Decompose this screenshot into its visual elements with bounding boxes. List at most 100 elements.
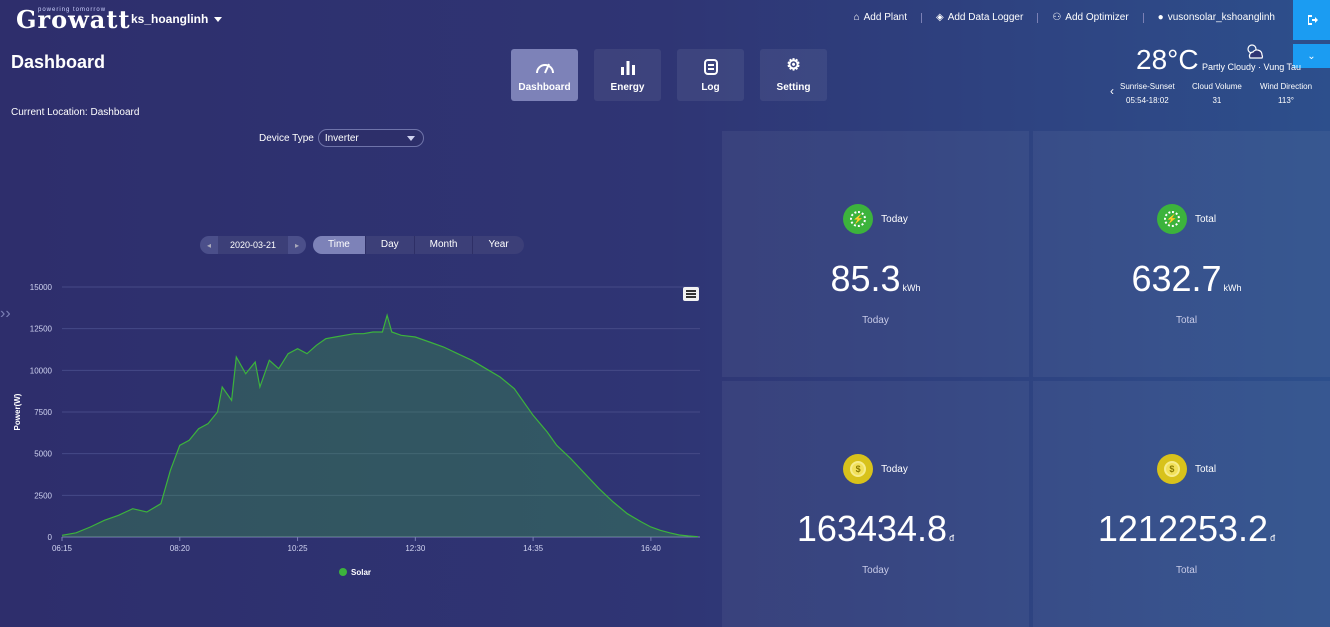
top-bar: powering tomorrow Growatt ks_hoanglinh ⌂… bbox=[0, 0, 1330, 40]
y-tick-label: 7500 bbox=[34, 408, 52, 417]
stat-label: Sunrise-Sunset bbox=[1120, 82, 1175, 91]
weather-widget: 28°C Partly Cloudy · Vung Tau ‹ Sunrise-… bbox=[1110, 40, 1320, 120]
coin-icon: $ bbox=[1156, 454, 1187, 484]
bar-chart-icon bbox=[620, 60, 635, 75]
card-caption: Total bbox=[1175, 565, 1198, 576]
stats-cards: ⚡ Today 85.3 kWh Today ⚡ Total 632.7 kWh T… bbox=[722, 131, 1330, 627]
x-tick-label: 12:30 bbox=[405, 544, 426, 553]
range-tab-day[interactable]: Day bbox=[366, 236, 415, 254]
card-unit: đ bbox=[949, 533, 955, 543]
tab-label: Setting bbox=[776, 81, 811, 93]
date-picker: ◂ 2020-03-21 ▸ bbox=[200, 236, 306, 254]
home-icon: ⌂ bbox=[853, 12, 860, 23]
x-tick-label: 16:40 bbox=[641, 544, 662, 553]
add-plant-label: Add Plant bbox=[863, 12, 907, 23]
y-axis-label: Power(W) bbox=[13, 393, 22, 430]
gauge-icon bbox=[535, 63, 554, 73]
x-tick-label: 06:15 bbox=[52, 544, 73, 553]
card-number: 163434.8 bbox=[796, 508, 948, 549]
logo-tagline: powering tomorrow bbox=[38, 7, 107, 13]
range-tabs: Time Day Month Year bbox=[313, 236, 524, 254]
card-value: 163434.8 đ bbox=[722, 508, 1029, 550]
card-energy-total: ⚡ Total 632.7 kWh Total bbox=[1033, 131, 1330, 377]
weather-stat-cloud: Cloud Volume 31 bbox=[1192, 82, 1242, 105]
page-title: Dashboard bbox=[11, 52, 106, 72]
y-tick-label: 5000 bbox=[34, 450, 52, 459]
logout-button[interactable] bbox=[1293, 0, 1330, 40]
tab-label: Dashboard bbox=[518, 81, 571, 93]
date-value[interactable]: 2020-03-21 bbox=[218, 236, 288, 254]
device-type-filter: Device Type Inverter bbox=[259, 129, 424, 147]
x-tick-label: 14:35 bbox=[523, 544, 544, 553]
solar-energy-icon: ⚡ bbox=[843, 204, 874, 234]
stat-value: 113° bbox=[1278, 96, 1294, 105]
card-unit: đ bbox=[1270, 533, 1276, 543]
y-tick-label: 10000 bbox=[30, 366, 53, 375]
add-optimizer-label: Add Optimizer bbox=[1065, 12, 1129, 23]
users-icon: ⚇ bbox=[1052, 12, 1062, 23]
tab-energy[interactable]: Energy bbox=[594, 49, 661, 101]
y-tick-label: 2500 bbox=[34, 491, 52, 500]
breadcrumb: Current Location: Dashboard bbox=[11, 107, 140, 118]
add-plant-link[interactable]: ⌂ Add Plant bbox=[854, 12, 907, 23]
card-title: Total bbox=[1194, 463, 1217, 475]
username: ks_hoanglinh bbox=[131, 12, 209, 26]
card-title: Today bbox=[881, 213, 908, 225]
logout-icon bbox=[1307, 15, 1318, 25]
card-header: ⚡ Total bbox=[1033, 204, 1330, 234]
card-unit: kWh bbox=[902, 283, 921, 293]
tab-log[interactable]: Log bbox=[677, 49, 744, 101]
weather-stat-wind: Wind Direction 113° bbox=[1260, 82, 1312, 105]
tab-setting[interactable]: ⚙ Setting bbox=[760, 49, 827, 101]
divider bbox=[1142, 12, 1144, 23]
stat-label: Wind Direction bbox=[1260, 82, 1313, 91]
growatt-logo[interactable]: powering tomorrow Growatt bbox=[16, 5, 131, 34]
device-type-label: Device Type bbox=[259, 132, 314, 144]
legend-label: Solar bbox=[351, 568, 371, 577]
card-header: $ Today bbox=[722, 454, 1029, 484]
card-value: 632.7 kWh bbox=[1033, 258, 1330, 300]
gear-icon: ⚙ bbox=[786, 56, 801, 74]
stat-label: Cloud Volume bbox=[1192, 82, 1242, 91]
card-energy-today: ⚡ Today 85.3 kWh Today bbox=[722, 131, 1029, 377]
partly-cloudy-icon bbox=[1247, 44, 1263, 59]
card-header: ⚡ Today bbox=[722, 204, 1029, 234]
x-tick-label: 10:25 bbox=[288, 544, 309, 553]
card-value: 85.3 kWh bbox=[722, 258, 1029, 300]
divider bbox=[1037, 12, 1039, 23]
tab-dashboard[interactable]: Dashboard bbox=[511, 49, 578, 101]
add-data-logger-label: Add Data Logger bbox=[947, 12, 1024, 23]
card-unit: kWh bbox=[1223, 283, 1242, 293]
chart-menu-button[interactable] bbox=[683, 287, 699, 301]
device-type-select[interactable]: Inverter bbox=[317, 129, 424, 147]
y-tick-label: 15000 bbox=[30, 283, 53, 292]
chevron-down-icon bbox=[406, 135, 415, 141]
prev-date-button[interactable]: ◂ bbox=[200, 241, 218, 250]
tab-label: Log bbox=[701, 81, 720, 93]
user-dropdown[interactable]: ks_hoanglinh bbox=[131, 12, 223, 26]
chevron-left-icon[interactable]: ‹ bbox=[1110, 84, 1114, 98]
device-type-value: Inverter bbox=[324, 132, 359, 144]
legend-marker bbox=[339, 568, 347, 576]
power-chart: 0 2500 5000 7500 10000 12500 15000 06:15 08:20 10… bbox=[0, 270, 720, 585]
card-title: Total bbox=[1194, 213, 1217, 225]
coin-icon: $ bbox=[843, 454, 874, 484]
range-tab-month[interactable]: Month bbox=[415, 236, 474, 254]
account-link[interactable]: ● vusonsolar_kshoanglinh bbox=[1158, 12, 1275, 23]
solar-energy-icon: ⚡ bbox=[1156, 204, 1187, 234]
y-tick-label: 12500 bbox=[30, 325, 53, 334]
add-optimizer-link[interactable]: ⚇ Add Optimizer bbox=[1052, 12, 1128, 23]
series-area bbox=[62, 315, 698, 537]
power-chart-svg: 0 2500 5000 7500 10000 12500 15000 06:15 08:20 10… bbox=[13, 283, 700, 577]
card-number: 1212253.2 bbox=[1097, 508, 1269, 549]
card-caption: Today bbox=[862, 315, 889, 326]
weather-condition: Partly Cloudy · Vung Tau bbox=[1202, 62, 1302, 72]
divider bbox=[921, 12, 922, 23]
add-data-logger-link[interactable]: ◈ Add Data Logger bbox=[936, 12, 1023, 23]
range-tab-year[interactable]: Year bbox=[473, 236, 523, 254]
range-tab-time[interactable]: Time bbox=[313, 236, 366, 254]
chevron-down-icon bbox=[214, 16, 223, 22]
y-tick-label: 0 bbox=[48, 533, 53, 542]
card-caption: Total bbox=[1175, 315, 1198, 326]
next-date-button[interactable]: ▸ bbox=[288, 241, 306, 250]
